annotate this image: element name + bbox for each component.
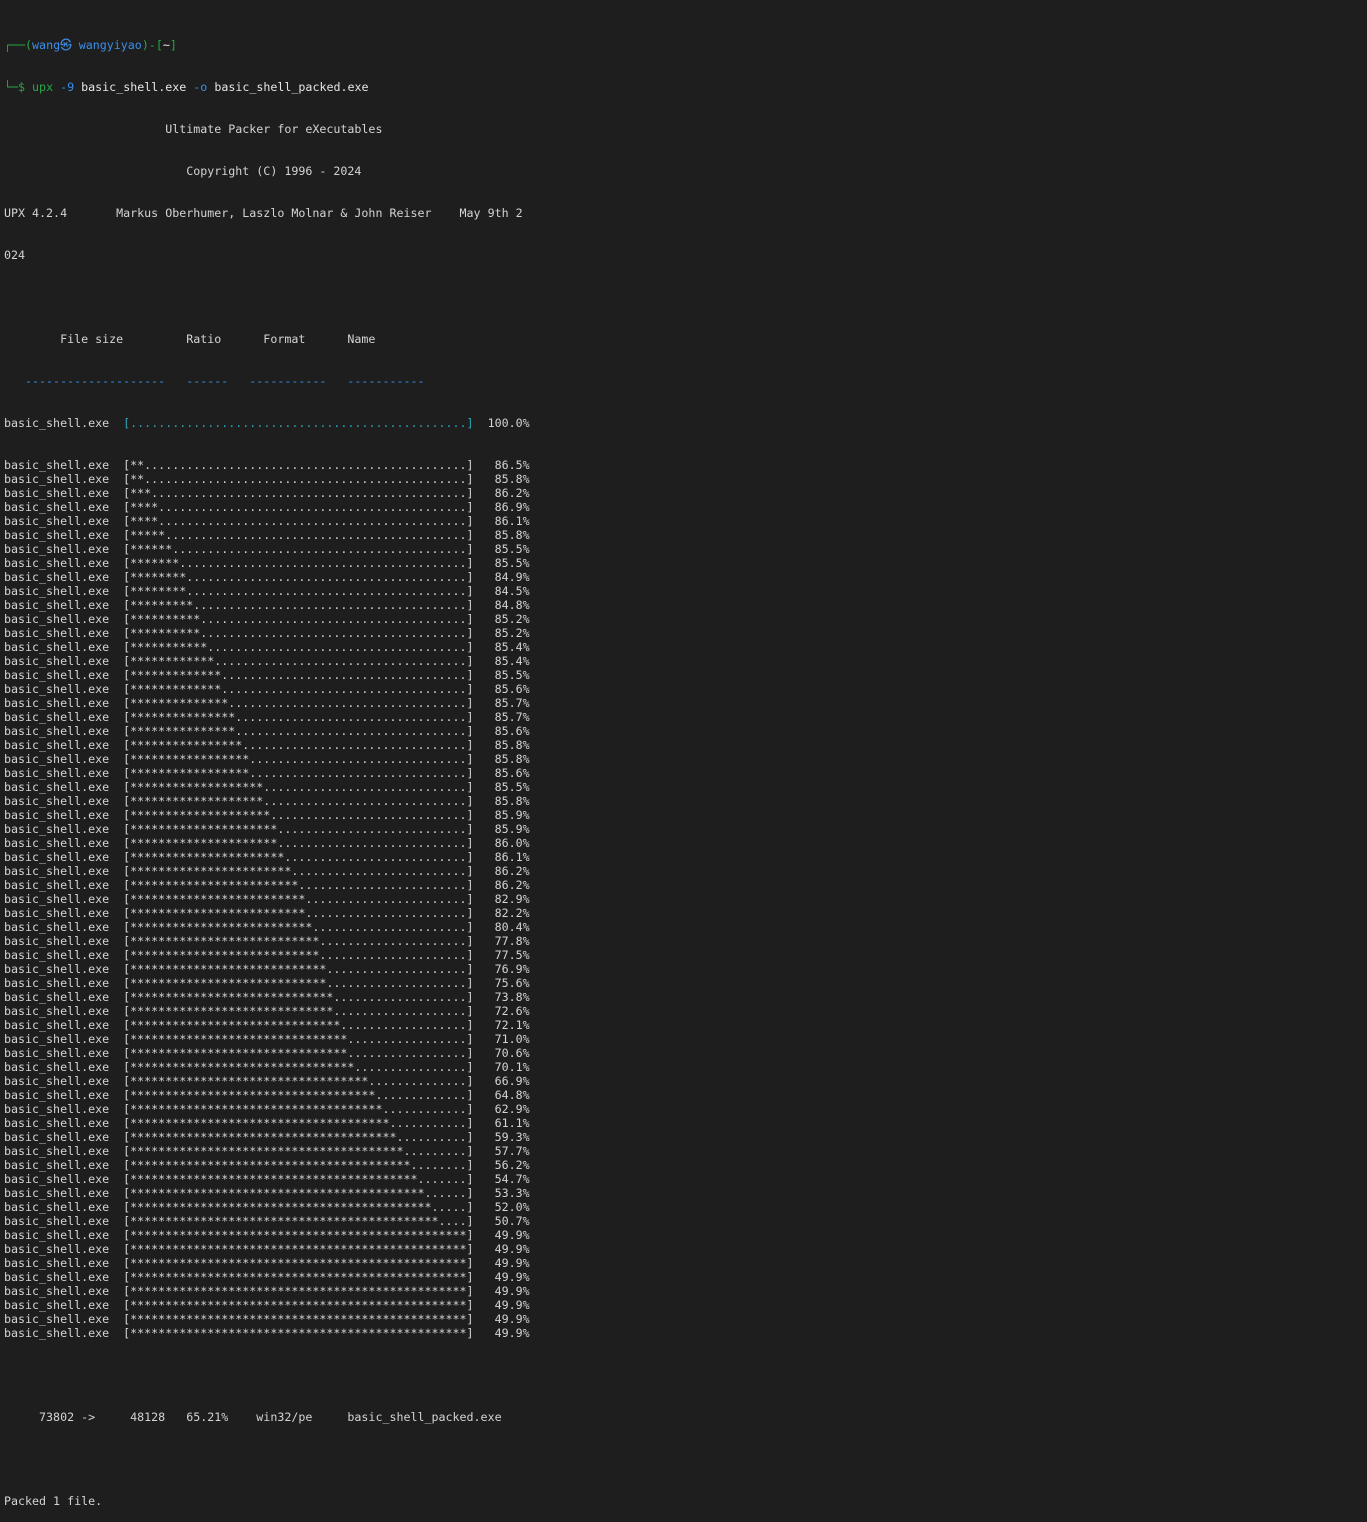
progress-line: basic_shell.exe [***********************… [4, 1102, 530, 1116]
progress-line: basic_shell.exe [***********************… [4, 1046, 530, 1060]
progress-line: basic_shell.exe [***********............… [4, 640, 530, 654]
progress-line: basic_shell.exe [***********************… [4, 920, 530, 934]
progress-line: basic_shell.exe [***************........… [4, 724, 530, 738]
progress-line: basic_shell.exe [***********************… [4, 1032, 530, 1046]
progress-line: basic_shell.exe [***********************… [4, 1284, 530, 1298]
terminal-window[interactable]: ┌──(wang㉿ wangyiyao)-[~] └─$ upx -9 basi… [4, 10, 1364, 1508]
progress-filename: basic_shell.exe [4, 416, 110, 430]
progress-line: basic_shell.exe [******.................… [4, 542, 530, 556]
progress-line: basic_shell.exe [***********************… [4, 962, 530, 976]
progress-line: basic_shell.exe [***********************… [4, 1312, 530, 1326]
prompt-dollar: └─$ [4, 80, 33, 94]
table-header: File size Ratio Format Name [4, 332, 376, 346]
progress-line: basic_shell.exe [***********************… [4, 1186, 530, 1200]
progress-line: basic_shell.exe [***********************… [4, 1326, 530, 1340]
progress-line: basic_shell.exe [*****..................… [4, 528, 530, 542]
progress-line: basic_shell.exe [********************...… [4, 808, 530, 822]
progress-line: basic_shell.exe [**********.............… [4, 626, 530, 640]
final-status: Packed 1 file. [4, 1494, 103, 1508]
progress-line: basic_shell.exe [*************..........… [4, 682, 530, 696]
progress-percent: 100.0% [487, 416, 530, 430]
progress-line: basic_shell.exe [********...............… [4, 584, 530, 598]
prompt-line-1: ┌──(wang㉿ wangyiyao)-[~] [4, 38, 1364, 52]
progress-line: basic_shell.exe [***********************… [4, 1004, 530, 1018]
progress-line: basic_shell.exe [***********************… [4, 906, 530, 920]
progress-line: basic_shell.exe [**********************.… [4, 850, 530, 864]
progress-line: basic_shell.exe [*****************......… [4, 752, 530, 766]
command-input-file: basic_shell.exe [81, 80, 187, 94]
progress-line: basic_shell.exe [*******************....… [4, 794, 530, 808]
progress-line: basic_shell.exe [***********************… [4, 864, 530, 878]
prompt-frame-left: ┌──( [4, 38, 33, 52]
result-line: 73802 -> 48128 65.21% win32/pe basic_she… [4, 1410, 502, 1424]
progress-line: basic_shell.exe [****...................… [4, 514, 530, 528]
table-separator: -------------------- ------ ----------- … [4, 374, 425, 388]
prompt-user-host: wang㉿ wangyiyao [32, 38, 142, 52]
progress-line: basic_shell.exe [***********************… [4, 1228, 530, 1242]
progress-line: basic_shell.exe [**********.............… [4, 612, 530, 626]
progress-line: basic_shell.exe [***********************… [4, 1116, 530, 1130]
progress-line: basic_shell.exe [***********************… [4, 1060, 530, 1074]
progress-line: basic_shell.exe [***********************… [4, 1018, 530, 1032]
banner-copyright: Copyright (C) 1996 - 2024 [4, 164, 362, 178]
progress-line: basic_shell.exe [***********************… [4, 948, 530, 962]
progress-line: basic_shell.exe [****************.......… [4, 738, 530, 752]
progress-line: basic_shell.exe [****...................… [4, 500, 530, 514]
progress-line: basic_shell.exe [***********************… [4, 1130, 530, 1144]
progress-line: basic_shell.exe [***********************… [4, 1270, 530, 1284]
progress-line: basic_shell.exe [***************........… [4, 710, 530, 724]
progress-line: basic_shell.exe [***********************… [4, 1074, 530, 1088]
progress-line: basic_shell.exe [***********************… [4, 1214, 530, 1228]
progress-line: basic_shell.exe [*****************......… [4, 766, 530, 780]
command-line: └─$ upx -9 basic_shell.exe -o basic_shel… [4, 80, 1364, 94]
banner-version-wrap: 024 [4, 248, 26, 262]
progress-line: basic_shell.exe [***********************… [4, 1298, 530, 1312]
progress-line: basic_shell.exe [*********..............… [4, 598, 530, 612]
progress-line: basic_shell.exe [***********************… [4, 1088, 530, 1102]
progress-line: basic_shell.exe [*******................… [4, 556, 530, 570]
progress-line: basic_shell.exe [**.....................… [4, 472, 530, 486]
progress-lines: basic_shell.exe [**.....................… [4, 458, 1364, 1340]
progress-line: basic_shell.exe [***********************… [4, 878, 530, 892]
progress-line: basic_shell.exe [***********************… [4, 1256, 530, 1270]
progress-line: basic_shell.exe [*************..........… [4, 668, 530, 682]
prompt-frame-right: ] [169, 38, 177, 52]
progress-bar-empty: [.......................................… [123, 416, 474, 430]
progress-line: basic_shell.exe [*******************....… [4, 780, 530, 794]
banner-version: UPX 4.2.4 Markus Oberhumer, Laszlo Molna… [4, 206, 523, 220]
progress-line: basic_shell.exe [***********************… [4, 1172, 530, 1186]
progress-line: basic_shell.exe [***********************… [4, 1200, 530, 1214]
command-output-file: basic_shell_packed.exe [214, 80, 369, 94]
prompt-frame-mid: )-[ [141, 38, 163, 52]
progress-line: basic_shell.exe [***********************… [4, 892, 530, 906]
progress-line: basic_shell.exe [***********************… [4, 1242, 530, 1256]
progress-line: basic_shell.exe [***....................… [4, 486, 530, 500]
command-flag-level: -9 [60, 80, 75, 94]
progress-line: basic_shell.exe [************...........… [4, 654, 530, 668]
progress-line: basic_shell.exe [***********************… [4, 990, 530, 1004]
progress-line-start: basic_shell.exe [.......................… [4, 416, 1364, 430]
progress-line: basic_shell.exe [***********************… [4, 1144, 530, 1158]
command-flag-output: -o [193, 80, 208, 94]
command-name: upx [32, 80, 54, 94]
progress-line: basic_shell.exe [***********************… [4, 934, 530, 948]
progress-line: basic_shell.exe [*********************..… [4, 822, 530, 836]
progress-line: basic_shell.exe [***********************… [4, 1158, 530, 1172]
progress-line: basic_shell.exe [********...............… [4, 570, 530, 584]
progress-line: basic_shell.exe [*********************..… [4, 836, 530, 850]
progress-line: basic_shell.exe [***********************… [4, 976, 530, 990]
progress-line: basic_shell.exe [**.....................… [4, 458, 530, 472]
prompt-cwd: ~ [162, 38, 170, 52]
banner-title: Ultimate Packer for eXecutables [4, 122, 383, 136]
progress-line: basic_shell.exe [**************.........… [4, 696, 530, 710]
